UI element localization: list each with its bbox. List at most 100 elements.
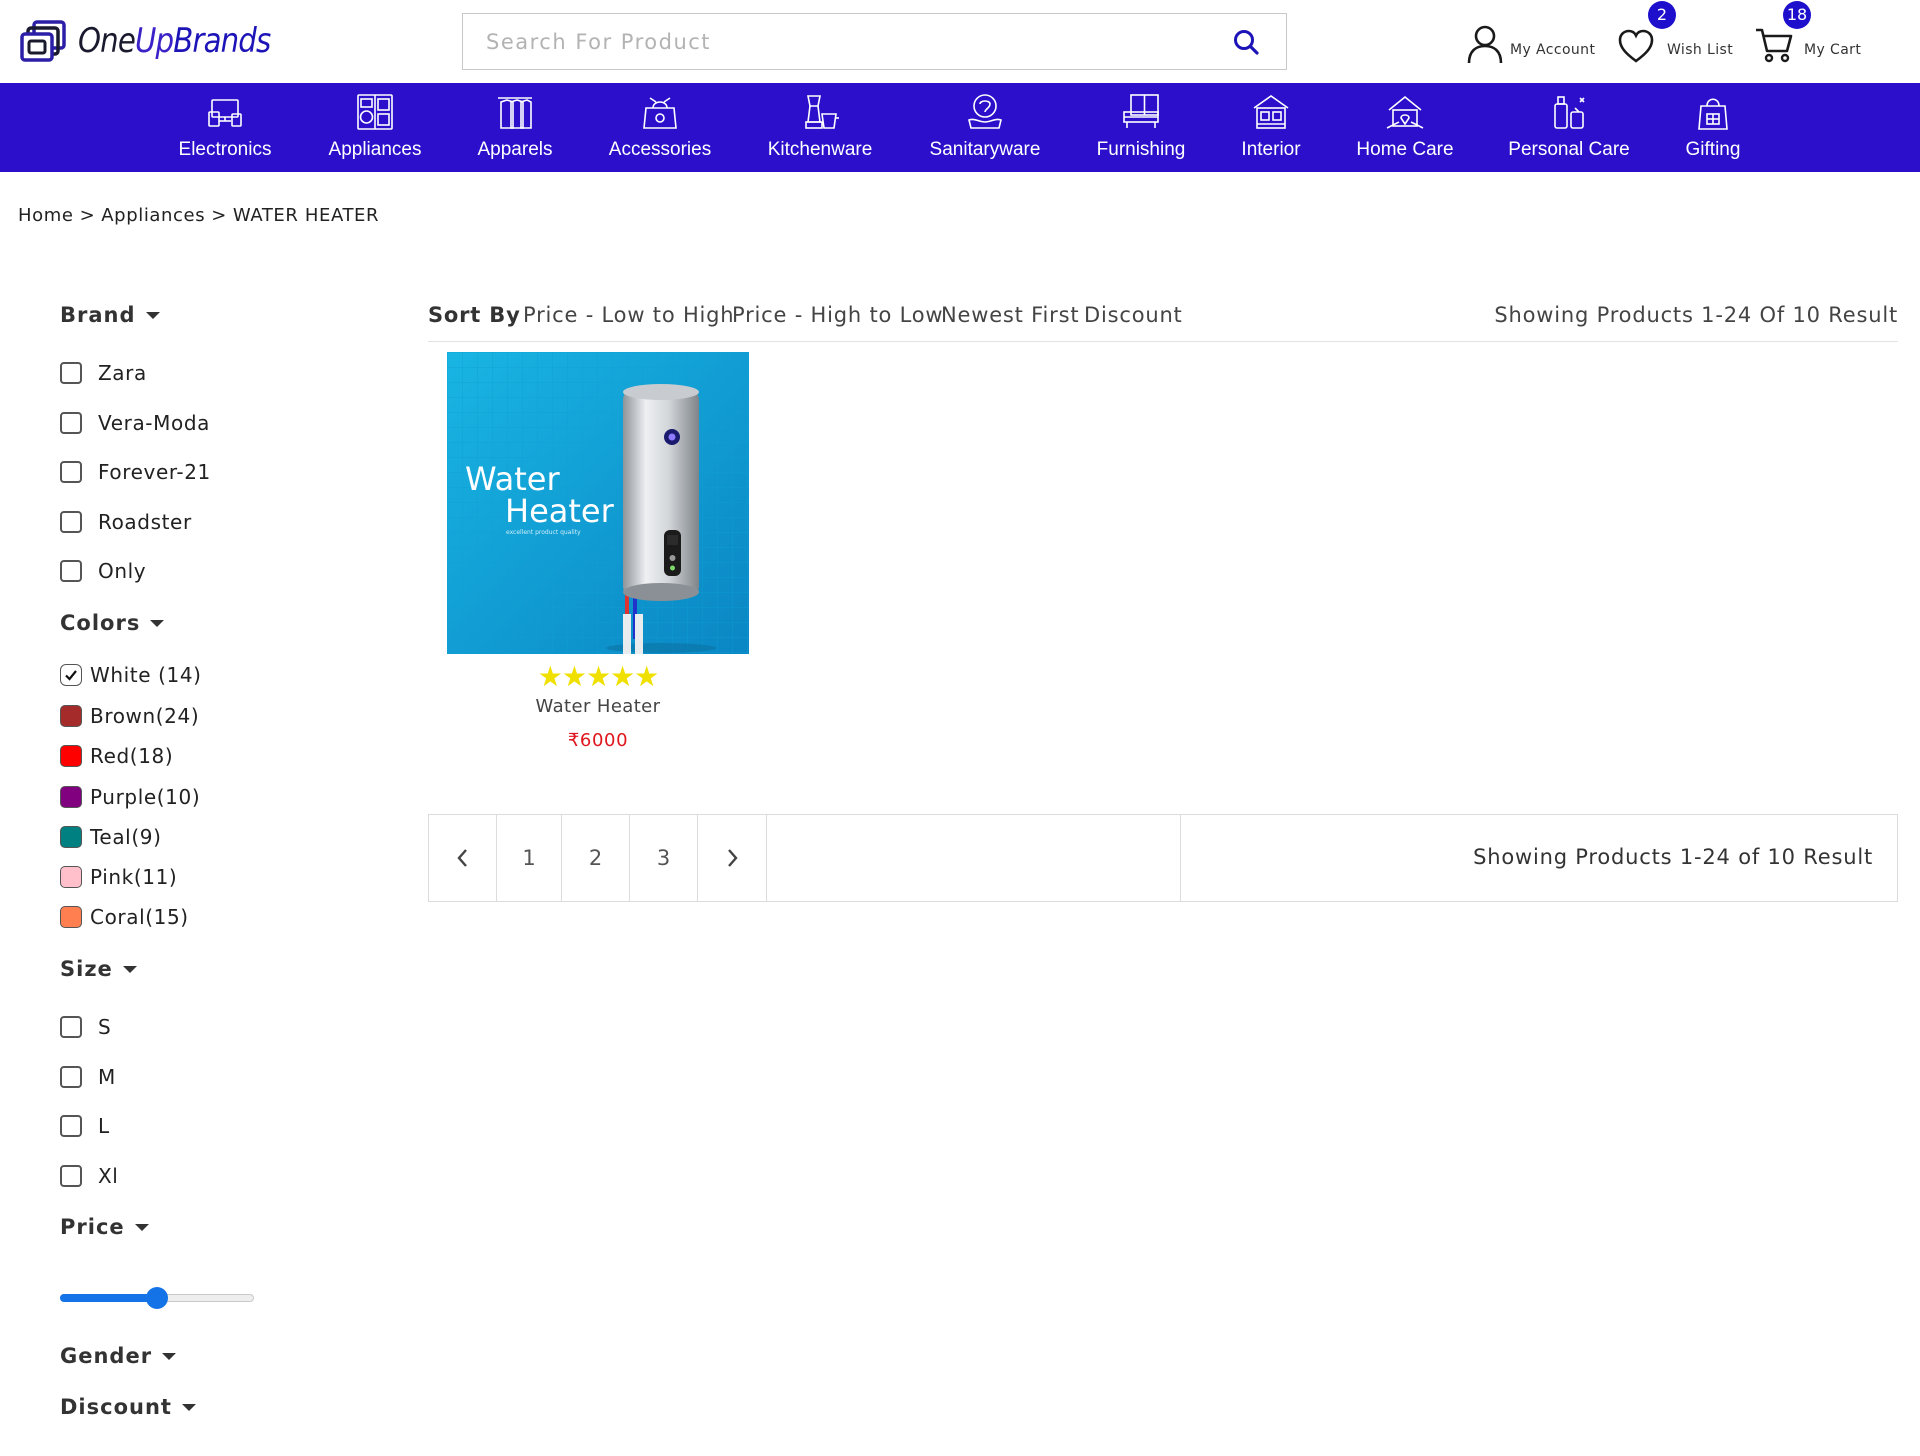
checkbox[interactable] (60, 560, 82, 582)
pagination-prev[interactable] (429, 815, 497, 901)
filter-size-m[interactable]: M (60, 1064, 116, 1090)
filter-brand-vera-moda[interactable]: Vera-Moda (60, 410, 210, 436)
product-image-text: Heater (505, 492, 615, 530)
caret-down-icon (122, 965, 137, 973)
checkbox[interactable] (60, 362, 82, 384)
checkbox[interactable] (60, 1066, 82, 1088)
checkbox[interactable] (60, 1016, 82, 1038)
filter-brand-forever-21[interactable]: Forever-21 (60, 459, 211, 485)
filter-color-brown[interactable]: Brown(24) (60, 703, 199, 729)
pagination-page-1[interactable]: 1 (497, 815, 562, 901)
filter-brand-header[interactable]: Brand (60, 303, 160, 327)
color-swatch-purple[interactable] (60, 786, 82, 808)
my-cart-link[interactable]: My Cart (1754, 20, 1861, 64)
checkbox[interactable] (60, 461, 82, 483)
accessories-icon (643, 97, 677, 129)
filter-color-purple[interactable]: Purple(10) (60, 784, 200, 810)
category-furnishing[interactable]: Furnishing (1075, 83, 1207, 172)
color-swatch-white[interactable] (60, 664, 82, 686)
category-label: Interior (1241, 139, 1301, 160)
filter-size-l[interactable]: L (60, 1113, 110, 1139)
filter-discount-title: Discount (60, 1395, 172, 1419)
filter-color-pink[interactable]: Pink(11) (60, 864, 177, 890)
rating-stars: ★★★★★ (537, 660, 660, 693)
color-swatch-red[interactable] (60, 745, 82, 767)
electronics-icon (208, 99, 242, 127)
category-electronics[interactable]: Electronics (160, 83, 290, 172)
sort-price-low-high[interactable]: Price - Low to High (523, 303, 734, 327)
apparels-icon (498, 97, 532, 129)
category-label: Kitchenware (767, 139, 873, 160)
pagination-spacer (767, 815, 1181, 901)
category-personal-care[interactable]: Personal Care (1495, 83, 1643, 172)
my-account-label: My Account (1510, 42, 1596, 58)
sort-newest-first[interactable]: Newest First (941, 303, 1079, 327)
breadcrumb-current: WATER HEATER (232, 205, 380, 226)
caret-down-icon (181, 1403, 196, 1411)
filter-colors-header[interactable]: Colors (60, 611, 165, 635)
filter-color-white[interactable]: White (14) (60, 662, 202, 688)
category-label: Sanitaryware (929, 139, 1041, 160)
pagination-page-3[interactable]: 3 (630, 815, 698, 901)
product-name[interactable]: Water Heater (447, 696, 749, 717)
filter-discount-header[interactable]: Discount (60, 1395, 196, 1419)
checkbox[interactable] (60, 511, 82, 533)
category-appliances[interactable]: Appliances (310, 83, 440, 172)
sanitaryware-icon (968, 94, 1002, 129)
category-gifting[interactable]: Gifting (1663, 83, 1763, 172)
category-label: Gifting (1685, 139, 1741, 160)
filter-brand-only[interactable]: Only (60, 558, 146, 584)
checkmark-icon (65, 670, 77, 681)
sort-discount[interactable]: Discount (1084, 303, 1183, 327)
color-swatch-brown[interactable] (60, 705, 82, 727)
caret-down-icon (145, 311, 160, 319)
category-interior[interactable]: Interior (1221, 83, 1321, 172)
color-swatch-teal[interactable] (60, 826, 82, 848)
filter-color-coral[interactable]: Coral(15) (60, 904, 189, 930)
price-range-slider[interactable] (60, 1286, 254, 1310)
filter-color-red[interactable]: Red(18) (60, 743, 173, 769)
category-apparels[interactable]: Apparels (460, 83, 570, 172)
breadcrumb: Home > Appliances > WATER HEATER (18, 205, 380, 226)
wish-list-link[interactable]: Wish List (1617, 20, 1733, 64)
category-kitchenware[interactable]: Kitchenware (755, 83, 885, 172)
wish-list-label: Wish List (1667, 42, 1734, 58)
category-sanitaryware[interactable]: Sanitaryware (915, 83, 1055, 172)
product-card[interactable]: Water Heater excellent product quality ★… (447, 352, 749, 762)
filter-gender-header[interactable]: Gender (60, 1344, 177, 1368)
pagination-next[interactable] (698, 815, 767, 901)
search-input[interactable] (464, 15, 1224, 68)
category-label: Furnishing (1096, 139, 1186, 160)
slider-thumb[interactable] (146, 1287, 168, 1309)
filter-price-header[interactable]: Price (60, 1215, 149, 1239)
filter-size-xl[interactable]: Xl (60, 1163, 118, 1189)
my-account-link[interactable]: My Account (1466, 20, 1595, 64)
checkbox[interactable] (60, 412, 82, 434)
category-label: Accessories (608, 139, 712, 160)
color-swatch-coral[interactable] (60, 906, 82, 928)
filter-color-teal[interactable]: Teal(9) (60, 824, 161, 850)
filter-colors-title: Colors (60, 611, 141, 635)
category-accessories[interactable]: Accessories (600, 83, 720, 172)
color-swatch-pink[interactable] (60, 866, 82, 888)
filter-brand-zara[interactable]: Zara (60, 360, 147, 386)
category-home-care[interactable]: Home Care (1340, 83, 1470, 172)
product-image-tagline: excellent product quality (506, 529, 581, 536)
checkbox[interactable] (60, 1115, 82, 1137)
filter-price-title: Price (60, 1215, 125, 1239)
sort-price-high-low[interactable]: Price - High to Low (732, 303, 943, 327)
search-icon[interactable] (1232, 28, 1260, 56)
filter-size-header[interactable]: Size (60, 957, 137, 981)
filter-brand-roadster[interactable]: Roadster (60, 509, 192, 535)
chevron-left-icon (456, 849, 467, 867)
search-box (462, 13, 1287, 70)
breadcrumb-appliances[interactable]: Appliances (101, 205, 205, 226)
filter-size-s[interactable]: S (60, 1014, 111, 1040)
furnishing-icon (1123, 94, 1159, 128)
user-icon (1467, 25, 1503, 64)
checkbox[interactable] (60, 1165, 82, 1187)
product-image[interactable]: Water Heater excellent product quality (447, 352, 749, 654)
brand-logo[interactable]: OneUpBrands (20, 16, 302, 66)
breadcrumb-home[interactable]: Home (18, 205, 74, 226)
pagination-page-2[interactable]: 2 (562, 815, 630, 901)
